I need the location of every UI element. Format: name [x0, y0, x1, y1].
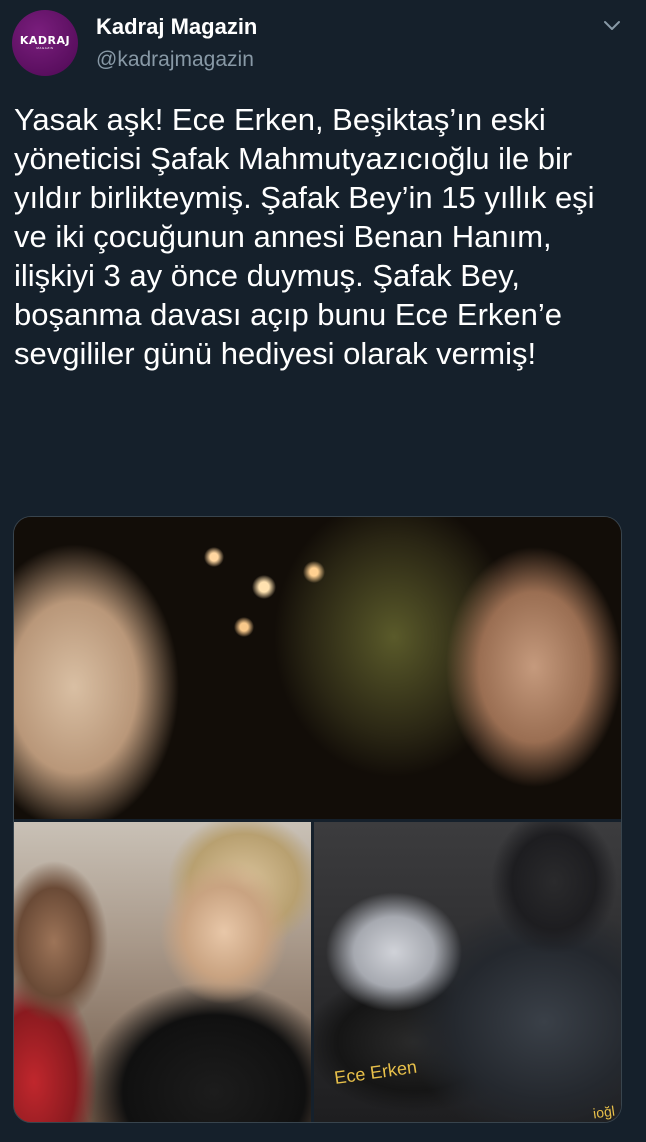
author-handle[interactable]: @kadrajmagazin	[96, 48, 254, 72]
photo-caption-partial: ioğl	[592, 1102, 617, 1122]
tweet: KADRAJ MAGAZIN Kadraj Magazin @kadrajmag…	[0, 0, 646, 1142]
avatar-logo-text: KADRAJ	[19, 34, 71, 47]
avatar-logo-subtext: MAGAZIN	[36, 46, 54, 50]
photo-caption: Ece Erken	[333, 1056, 419, 1089]
chevron-down-icon[interactable]	[600, 14, 624, 38]
photo-bottom-right[interactable]: Ece Erken ioğl	[314, 822, 621, 1122]
tweet-text: Yasak aşk! Ece Erken, Beşiktaş’ın eski y…	[14, 102, 595, 371]
author-name[interactable]: Kadraj Magazin	[96, 14, 257, 40]
avatar[interactable]: KADRAJ MAGAZIN	[12, 10, 78, 76]
tweet-media[interactable]: Ece Erken ioğl	[13, 516, 622, 1123]
photo-top[interactable]	[14, 517, 621, 819]
photo-bottom-left[interactable]	[14, 822, 311, 1122]
